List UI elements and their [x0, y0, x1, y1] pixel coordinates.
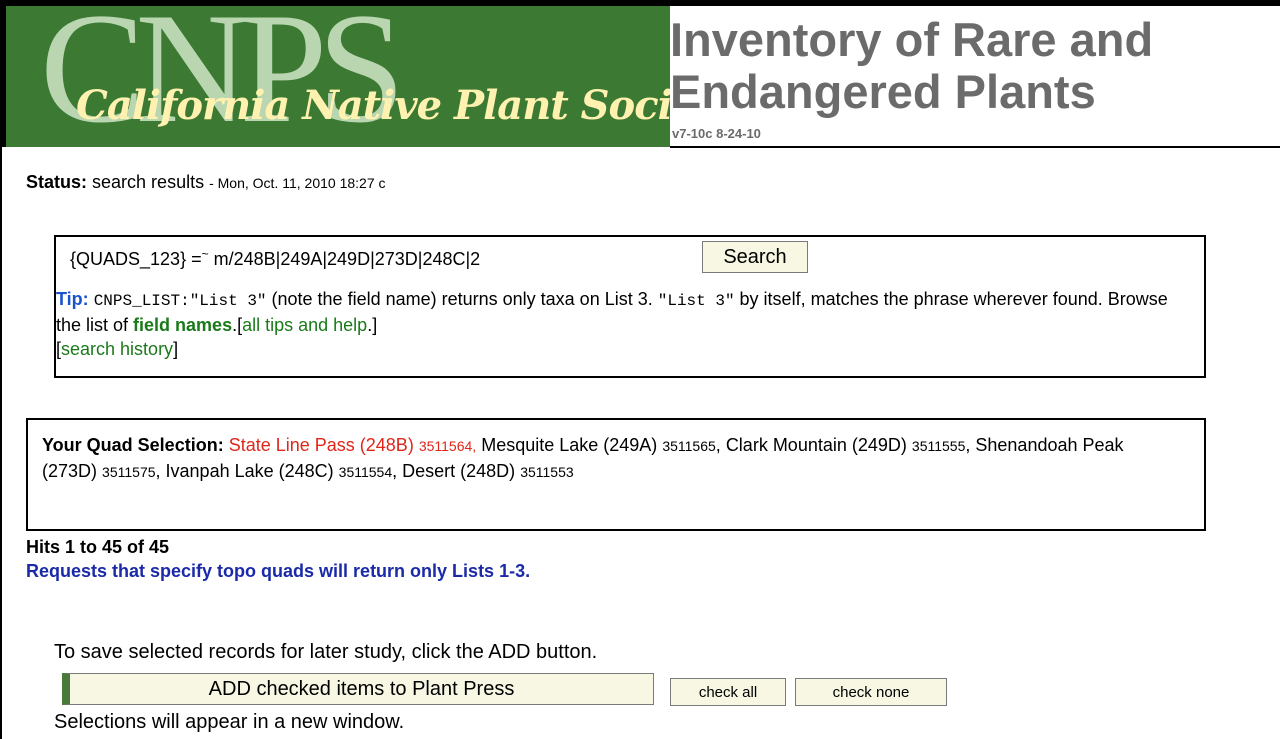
hits-count: Hits 1 to 45 of 45	[26, 537, 170, 557]
quad-selected-name[interactable]: State Line Pass (248B)	[229, 435, 414, 455]
quad-selection-label: Your Quad Selection:	[42, 435, 224, 455]
status-line: Status: search results - Mon, Oct. 11, 2…	[26, 172, 386, 193]
tip-code-phrase: "List 3"	[657, 292, 735, 310]
quad-code: 3511555	[911, 438, 966, 454]
cnps-logo[interactable]: CNPS California Native Plant Society	[0, 6, 670, 147]
query-tilde: ~	[201, 247, 209, 261]
quad-code: 3511553	[520, 464, 574, 480]
tip-code-field: CNPS_LIST:"List 3"	[93, 292, 267, 310]
status-value: search results	[92, 172, 205, 192]
quad-selection: Your Quad Selection: State Line Pass (24…	[42, 435, 1124, 481]
quad-name[interactable]: Mesquite Lake (249A)	[481, 435, 657, 455]
check-all-button[interactable]: check all	[670, 678, 786, 706]
status-timestamp: - Mon, Oct. 11, 2010 18:27 c	[209, 175, 386, 191]
left-border	[0, 147, 2, 739]
field-names-link[interactable]: field names	[133, 315, 232, 335]
quad-selected-code: 3511564,	[418, 438, 477, 454]
search-button[interactable]: Search	[702, 241, 808, 273]
quad-code: 3511575	[102, 464, 156, 480]
header-divider	[670, 146, 1280, 148]
add-to-plant-press-button[interactable]: ADD checked items to Plant Press	[62, 673, 654, 705]
search-query[interactable]: {QUADS_123} =~ m/248B|249A|249D|273D|248…	[70, 247, 480, 270]
search-panel: {QUADS_123} =~ m/248B|249A|249D|273D|248…	[54, 235, 1206, 378]
quad-code: 3511554	[338, 464, 393, 480]
tip-text-1: (note the field name) returns only taxa …	[266, 289, 658, 309]
check-none-button[interactable]: check none	[795, 678, 947, 706]
search-tip: Tip: CNPS_LIST:"List 3" (note the field …	[56, 287, 1196, 361]
save-instructions: To save selected records for later study…	[54, 641, 598, 663]
all-tips-link[interactable]: all tips and help	[242, 315, 367, 335]
quad-selection-panel: Your Quad Selection: State Line Pass (24…	[26, 418, 1206, 531]
search-history-link[interactable]: search history	[61, 339, 173, 359]
quad-code: 3511565	[662, 438, 716, 454]
tip-text-3: .[	[232, 315, 243, 335]
tip-label: Tip:	[56, 289, 89, 309]
quad-name[interactable]: Ivanpah Lake (248C)	[166, 461, 334, 481]
logo-society-name: California Native Plant Society	[76, 82, 670, 129]
quad-name[interactable]: Clark Mountain (249D)	[726, 435, 907, 455]
title-area: Inventory of Rare and Endangered Plants …	[670, 6, 1280, 147]
page-title: Inventory of Rare and Endangered Plants	[670, 13, 1154, 118]
tip-text-4: .]	[367, 315, 378, 335]
version-label: v7-10c 8-24-10	[672, 126, 761, 141]
page-header: CNPS California Native Plant Society Inv…	[0, 6, 1280, 147]
selections-note: Selections will appear in a new window.	[54, 711, 405, 733]
quad-lists-note: Requests that specify topo quads will re…	[26, 561, 531, 581]
quad-name[interactable]: Desert (248D)	[402, 461, 515, 481]
query-value: m/248B|249A|249D|273D|248C|2	[208, 249, 481, 269]
status-label: Status:	[26, 172, 88, 192]
tip-text-6: ]	[173, 339, 179, 359]
query-prefix: {QUADS_123} =	[70, 249, 202, 269]
